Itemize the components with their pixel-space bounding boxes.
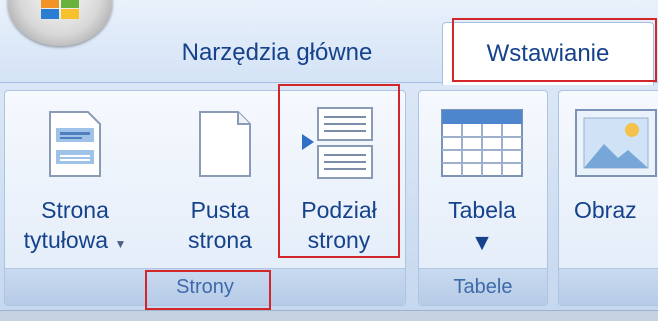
group-pages-label: Strony [5,268,405,305]
page-break-icon [302,107,373,179]
cover-page-button[interactable]: Strona tytułowa ▼ [4,100,146,270]
blank-page-icon [199,111,251,177]
picture-button[interactable]: Obraz [558,100,658,270]
tab-insert[interactable]: Wstawianie [442,22,654,85]
blank-page-label-line1: Pusta [190,197,250,223]
page-break-label-line1: Podział [301,197,377,223]
cover-page-icon [49,111,101,177]
cover-page-label-line1: Strona [41,197,109,223]
blank-page-button[interactable]: Pusta strona [164,100,276,270]
chevron-down-icon: ▼ [470,229,494,255]
blank-page-label-line2: strona [188,227,252,253]
table-button[interactable]: Tabela ▼ [418,100,546,270]
cover-page-label-line2: tytułowa ▼ [23,227,127,253]
office-logo-icon [41,0,79,19]
chevron-down-icon: ▼ [114,237,127,251]
table-grid-icon [441,109,523,177]
picture-label: Obraz [574,197,637,223]
group-tables-label: Tabele [419,268,547,305]
page-break-button[interactable]: Podział strony [280,100,398,270]
table-label: Tabela [448,197,516,223]
tab-home[interactable]: Narzędzia główne [148,24,406,82]
office-button[interactable] [8,0,112,46]
ribbon-bottom-edge [0,310,658,321]
page-break-label-line2: strony [307,227,371,253]
picture-icon [575,109,657,177]
ribbon-tab-strip: Narzędzia główne Wstawianie [0,0,658,85]
group-illustrations-label [559,268,658,305]
